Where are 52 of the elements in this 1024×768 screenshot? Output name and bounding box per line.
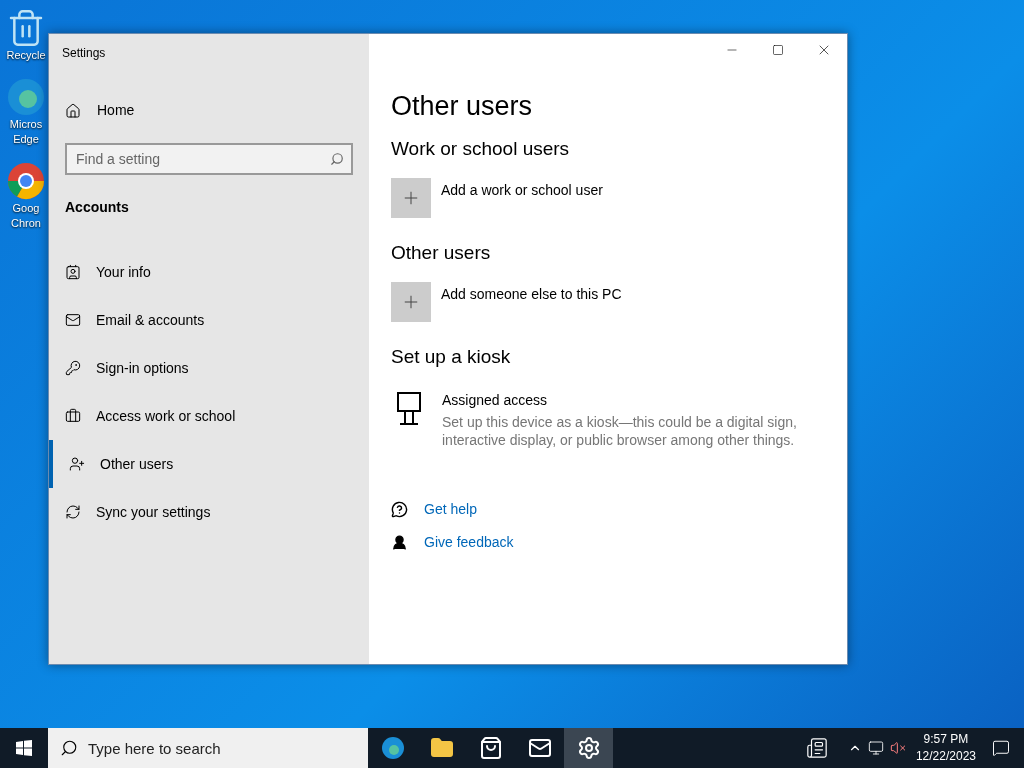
home-nav-item[interactable]: Home bbox=[65, 100, 369, 121]
page-title: Other users bbox=[391, 90, 534, 123]
contact-card-icon bbox=[65, 264, 81, 280]
briefcase-icon bbox=[65, 408, 81, 424]
window-title: Settings bbox=[62, 45, 107, 62]
news-icon[interactable] bbox=[805, 737, 828, 759]
maximize-icon bbox=[772, 44, 784, 56]
nav-item[interactable]: Sign-in options bbox=[49, 344, 369, 392]
sync-icon bbox=[65, 504, 81, 520]
clock[interactable]: 9:57 PM 12/22/2023 bbox=[915, 731, 976, 765]
volume-muted-icon[interactable] bbox=[889, 740, 906, 756]
desktop-icon-label: Edge bbox=[13, 132, 39, 147]
nav-item[interactable]: Your info bbox=[49, 248, 369, 296]
nav-item[interactable]: Sync your settings bbox=[49, 488, 369, 536]
help-link[interactable]: Get help bbox=[424, 499, 477, 520]
nav-item[interactable]: Access work or school bbox=[49, 392, 369, 440]
assigned-access-link[interactable]: Assigned access bbox=[442, 390, 812, 411]
taskbar-search-field[interactable]: Type here to search bbox=[48, 728, 368, 768]
network-monitor-icon[interactable] bbox=[867, 740, 884, 756]
desktop-icon-label: Chron bbox=[11, 216, 41, 231]
nav-item[interactable]: Email & accounts bbox=[49, 296, 369, 344]
section-heading: Set up a kiosk bbox=[391, 345, 512, 369]
search-icon bbox=[330, 152, 344, 166]
section-heading: Other users bbox=[391, 241, 492, 265]
help-bubble-icon bbox=[391, 501, 408, 518]
desktop-icon-label: Recycle bbox=[6, 48, 46, 63]
edge-icon bbox=[380, 736, 405, 760]
section-title: Accounts bbox=[65, 198, 130, 217]
add-user-button[interactable]: Add someone else to this PC bbox=[391, 282, 847, 322]
kiosk-description: Set up this device as a kiosk—this could be a digital sign, interactive display, or public browser among other things. bbox=[442, 413, 798, 449]
edge-icon bbox=[6, 77, 46, 117]
envelope-icon bbox=[527, 736, 552, 760]
store-bag-icon bbox=[478, 736, 503, 760]
gear-icon bbox=[576, 736, 601, 760]
folder-icon bbox=[429, 736, 454, 760]
help-link[interactable]: Give feedback bbox=[424, 532, 514, 553]
add-user-button[interactable]: Add a work or school user bbox=[391, 178, 847, 218]
envelope-icon bbox=[65, 312, 81, 328]
windows-logo-icon bbox=[16, 740, 32, 756]
home-icon bbox=[65, 102, 81, 119]
key-icon bbox=[65, 360, 81, 376]
notification-icon[interactable] bbox=[992, 739, 1010, 757]
chrome-icon bbox=[6, 161, 46, 201]
person-plus-icon bbox=[69, 456, 85, 472]
taskbar-app-button[interactable] bbox=[564, 728, 613, 768]
kiosk-icon bbox=[396, 392, 422, 426]
section-heading: Work or school users bbox=[391, 137, 571, 161]
desktop-icon-label: Goog bbox=[12, 201, 40, 216]
search-field[interactable]: Find a setting bbox=[65, 143, 353, 175]
person-feedback-icon bbox=[391, 534, 408, 551]
search-icon bbox=[60, 739, 78, 757]
desktop-icon-label: Micros bbox=[9, 117, 43, 132]
